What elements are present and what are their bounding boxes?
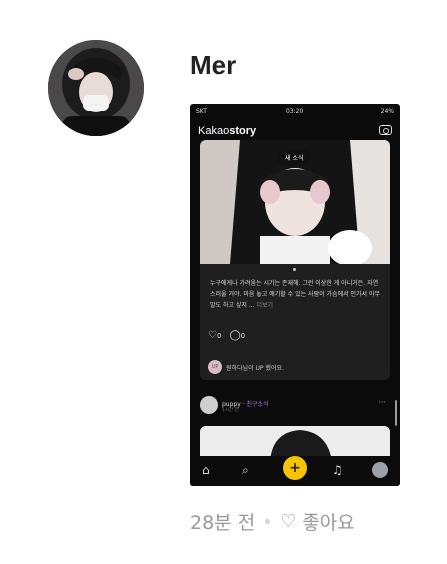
avatar-photo <box>48 40 144 136</box>
attached-screenshot[interactable]: SKT 03:20 24% Kakaostory 새 소식 누구에게나 가려움는… <box>190 104 400 486</box>
author-name[interactable]: Mer <box>190 50 236 81</box>
heart-icon: ♡ <box>208 330 217 341</box>
write-post-button[interactable]: + <box>283 456 307 480</box>
like-label[interactable]: 좋아요 <box>302 508 354 535</box>
reaction-row: ♡0 ◯0 <box>208 330 245 341</box>
next-post-avatar <box>200 396 218 414</box>
separator-dot <box>265 519 271 524</box>
scrollbar[interactable] <box>395 400 397 426</box>
kakaostory-logo: Kakaostory <box>198 125 257 137</box>
post-time: 28분 전 <box>190 512 256 534</box>
up-notice[interactable]: UP 원하다님이 UP 했어요. <box>208 360 284 374</box>
camera-icon[interactable] <box>379 125 392 135</box>
battery-indicator: 24% <box>380 108 394 115</box>
heart-icon[interactable]: ♡ <box>280 511 296 532</box>
search-icon[interactable]: ⌕ <box>242 464 249 476</box>
signal-indicator: SKT <box>196 108 207 115</box>
next-post-time: 1시간 전 <box>222 408 239 413</box>
status-time: 03:20 <box>286 108 304 115</box>
status-bar: SKT 03:20 24% <box>190 104 400 118</box>
comment-icon: ◯ <box>229 330 241 341</box>
like-button[interactable]: ♡0 <box>208 330 221 341</box>
comment-button[interactable]: ◯0 <box>229 330 245 341</box>
bottom-tab-bar: ⌂ ⌕ + ♫ <box>190 456 400 486</box>
read-more-link[interactable]: 더보기 <box>257 302 274 309</box>
more-options-icon[interactable]: ··· <box>378 398 386 407</box>
story-badge[interactable]: 새 소식 <box>277 150 312 165</box>
home-icon[interactable]: ⌂ <box>202 464 210 476</box>
author-avatar[interactable] <box>48 40 144 136</box>
story-card[interactable]: 새 소식 누구에게나 가려움는 시기는 존재해. 그런 이상한 게 아니거든. … <box>200 140 390 380</box>
notification-bell-icon[interactable]: ♫ <box>332 464 343 476</box>
page-indicator <box>293 268 296 271</box>
story-photo: 새 소식 <box>200 140 390 264</box>
my-profile-avatar[interactable] <box>372 462 388 478</box>
next-post-header[interactable]: puppy · 친구소식 1시간 전 ··· <box>200 394 390 418</box>
up-notice-text: 원하다님이 UP 했어요. <box>226 364 284 372</box>
post-meta: 28분 전 ♡ 좋아요 <box>190 508 355 535</box>
story-caption: 누구에게나 가려움는 시기는 존재해. 그런 이상한 게 아니거든. 자연스러울… <box>210 280 381 309</box>
liker-avatar: UP <box>208 360 222 374</box>
